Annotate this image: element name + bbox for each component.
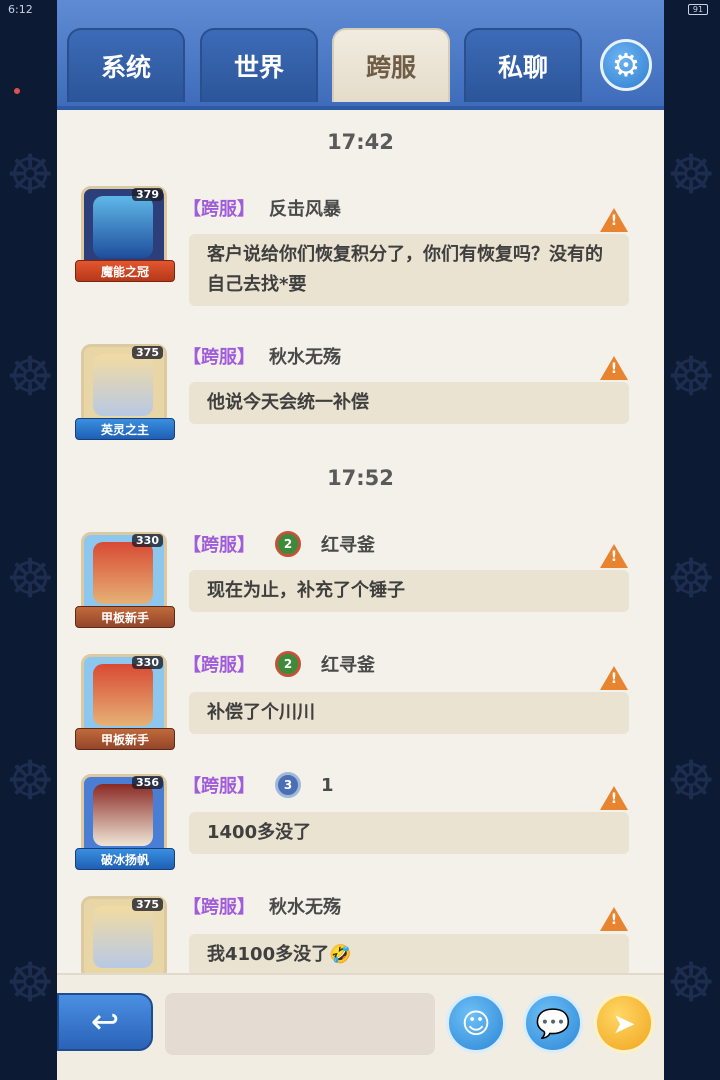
player-title: 英灵之主 (75, 418, 175, 440)
status-time: 6:12 (8, 3, 33, 16)
back-button[interactable]: ↩ (57, 993, 153, 1051)
ship-wheel-icon: ☸ (6, 143, 55, 206)
chat-message-input[interactable] (165, 993, 435, 1055)
send-icon: ➤ (612, 1006, 636, 1040)
ship-wheel-icon: ☸ (667, 951, 716, 1014)
report-warning-icon[interactable]: ! (600, 666, 628, 690)
channel-tag: 【跨服】 (183, 347, 255, 368)
player-title: 甲板新手 (75, 728, 175, 750)
ship-wheel-icon: ☸ (667, 749, 716, 812)
report-warning-icon[interactable]: ! (600, 356, 628, 380)
player-avatar[interactable]: 375 (75, 896, 175, 973)
vip-rank-badge: 3 (269, 770, 307, 800)
chat-input-bar: ↩ ☺ 💬 ➤ (57, 973, 664, 1080)
report-warning-icon[interactable]: ! (600, 208, 628, 232)
emoji-button[interactable]: ☺ (446, 993, 506, 1053)
message-timestamp: 17:42 (327, 130, 394, 154)
smiley-icon: ☺ (461, 1006, 491, 1040)
ship-wheel-icon: ☸ (667, 345, 716, 408)
username[interactable]: 秋水无殇 (269, 893, 341, 919)
message-bubble: 1400多没了 (189, 812, 629, 854)
player-level: 330 (132, 656, 163, 669)
report-warning-icon[interactable]: ! (600, 544, 628, 568)
username[interactable]: 红寻釜 (321, 531, 375, 557)
channel-tag: 【跨服】 (183, 199, 255, 220)
ship-wheel-icon: ☸ (6, 951, 55, 1014)
battery-indicator: 91 (688, 4, 708, 15)
message-header: 【跨服】 秋水无殇 (183, 892, 341, 920)
player-title: 破冰扬帆 (75, 848, 175, 870)
vip-rank-badge: 2 (269, 649, 307, 679)
tab-cross-server[interactable]: 跨服 (332, 28, 450, 102)
player-level: 375 (132, 898, 163, 911)
player-avatar[interactable]: 330 甲板新手 (75, 532, 175, 628)
message-header: 【跨服】 2 红寻釜 (183, 530, 375, 558)
message-header: 【跨服】 3 1 (183, 771, 334, 799)
tab-world[interactable]: 世界 (200, 28, 318, 102)
send-button[interactable]: ➤ (594, 993, 654, 1053)
player-title: 甲板新手 (75, 606, 175, 628)
ship-wheel-icon: ☸ (6, 547, 55, 610)
username[interactable]: 秋水无殇 (269, 343, 341, 369)
speech-bubble-icon: 💬 (535, 1006, 571, 1040)
back-arrow-icon: ↩ (90, 1002, 120, 1042)
player-level: 330 (132, 534, 163, 547)
username[interactable]: 红寻釜 (321, 651, 375, 677)
ship-wheel-icon: ☸ (667, 547, 716, 610)
player-avatar[interactable]: 379 魔能之冠 (75, 186, 175, 282)
report-warning-icon[interactable]: ! (600, 786, 628, 810)
vip-rank-badge: 2 (269, 529, 307, 559)
username[interactable]: 反击风暴 (269, 195, 341, 221)
channel-tab-bar: 系统 世界 跨服 私聊 ⚙ (57, 0, 664, 110)
message-bubble: 补偿了个川川 (189, 692, 629, 734)
message-timestamp: 17:52 (327, 466, 394, 490)
player-level: 356 (132, 776, 163, 789)
player-level: 379 (132, 188, 163, 201)
username[interactable]: 1 (321, 775, 334, 796)
channel-tag: 【跨服】 (183, 655, 255, 676)
player-avatar[interactable]: 375 英灵之主 (75, 344, 175, 440)
message-header: 【跨服】 2 红寻釜 (183, 650, 375, 678)
message-bubble: 他说今天会统一补偿 (189, 382, 629, 424)
ship-wheel-icon: ☸ (6, 345, 55, 408)
ship-wheel-icon: ☸ (6, 749, 55, 812)
channel-tag: 【跨服】 (183, 776, 255, 797)
gear-icon: ⚙ (611, 46, 641, 84)
report-warning-icon[interactable]: ! (600, 907, 628, 931)
player-avatar[interactable]: 330 甲板新手 (75, 654, 175, 750)
ship-wheel-icon: ☸ (667, 143, 716, 206)
quick-phrase-button[interactable]: 💬 (523, 993, 583, 1053)
message-bubble: 客户说给你们恢复积分了，你们有恢复吗？没有的自己去找*要 (189, 234, 629, 306)
message-header: 【跨服】 秋水无殇 (183, 342, 341, 370)
message-bubble: 我4100多没了🤣 (189, 934, 629, 973)
tab-private[interactable]: 私聊 (464, 28, 582, 102)
chat-message-list[interactable]: 17:42 379 魔能之冠 【跨服】 反击风暴 ! 客户说给你们恢复积分了，你… (57, 110, 664, 973)
channel-tag: 【跨服】 (183, 535, 255, 556)
player-title: 魔能之冠 (75, 260, 175, 282)
message-bubble: 现在为止，补充了个锤子 (189, 570, 629, 612)
channel-tag: 【跨服】 (183, 897, 255, 918)
player-avatar[interactable]: 356 破冰扬帆 (75, 774, 175, 870)
tab-system[interactable]: 系统 (67, 28, 185, 102)
message-header: 【跨服】 反击风暴 (183, 194, 341, 222)
player-level: 375 (132, 346, 163, 359)
settings-button[interactable]: ⚙ (600, 39, 652, 91)
chat-panel: 系统 世界 跨服 私聊 ⚙ 17:42 379 魔能之冠 【跨服】 反击风暴 !… (57, 0, 664, 1080)
notification-dot (14, 88, 20, 94)
